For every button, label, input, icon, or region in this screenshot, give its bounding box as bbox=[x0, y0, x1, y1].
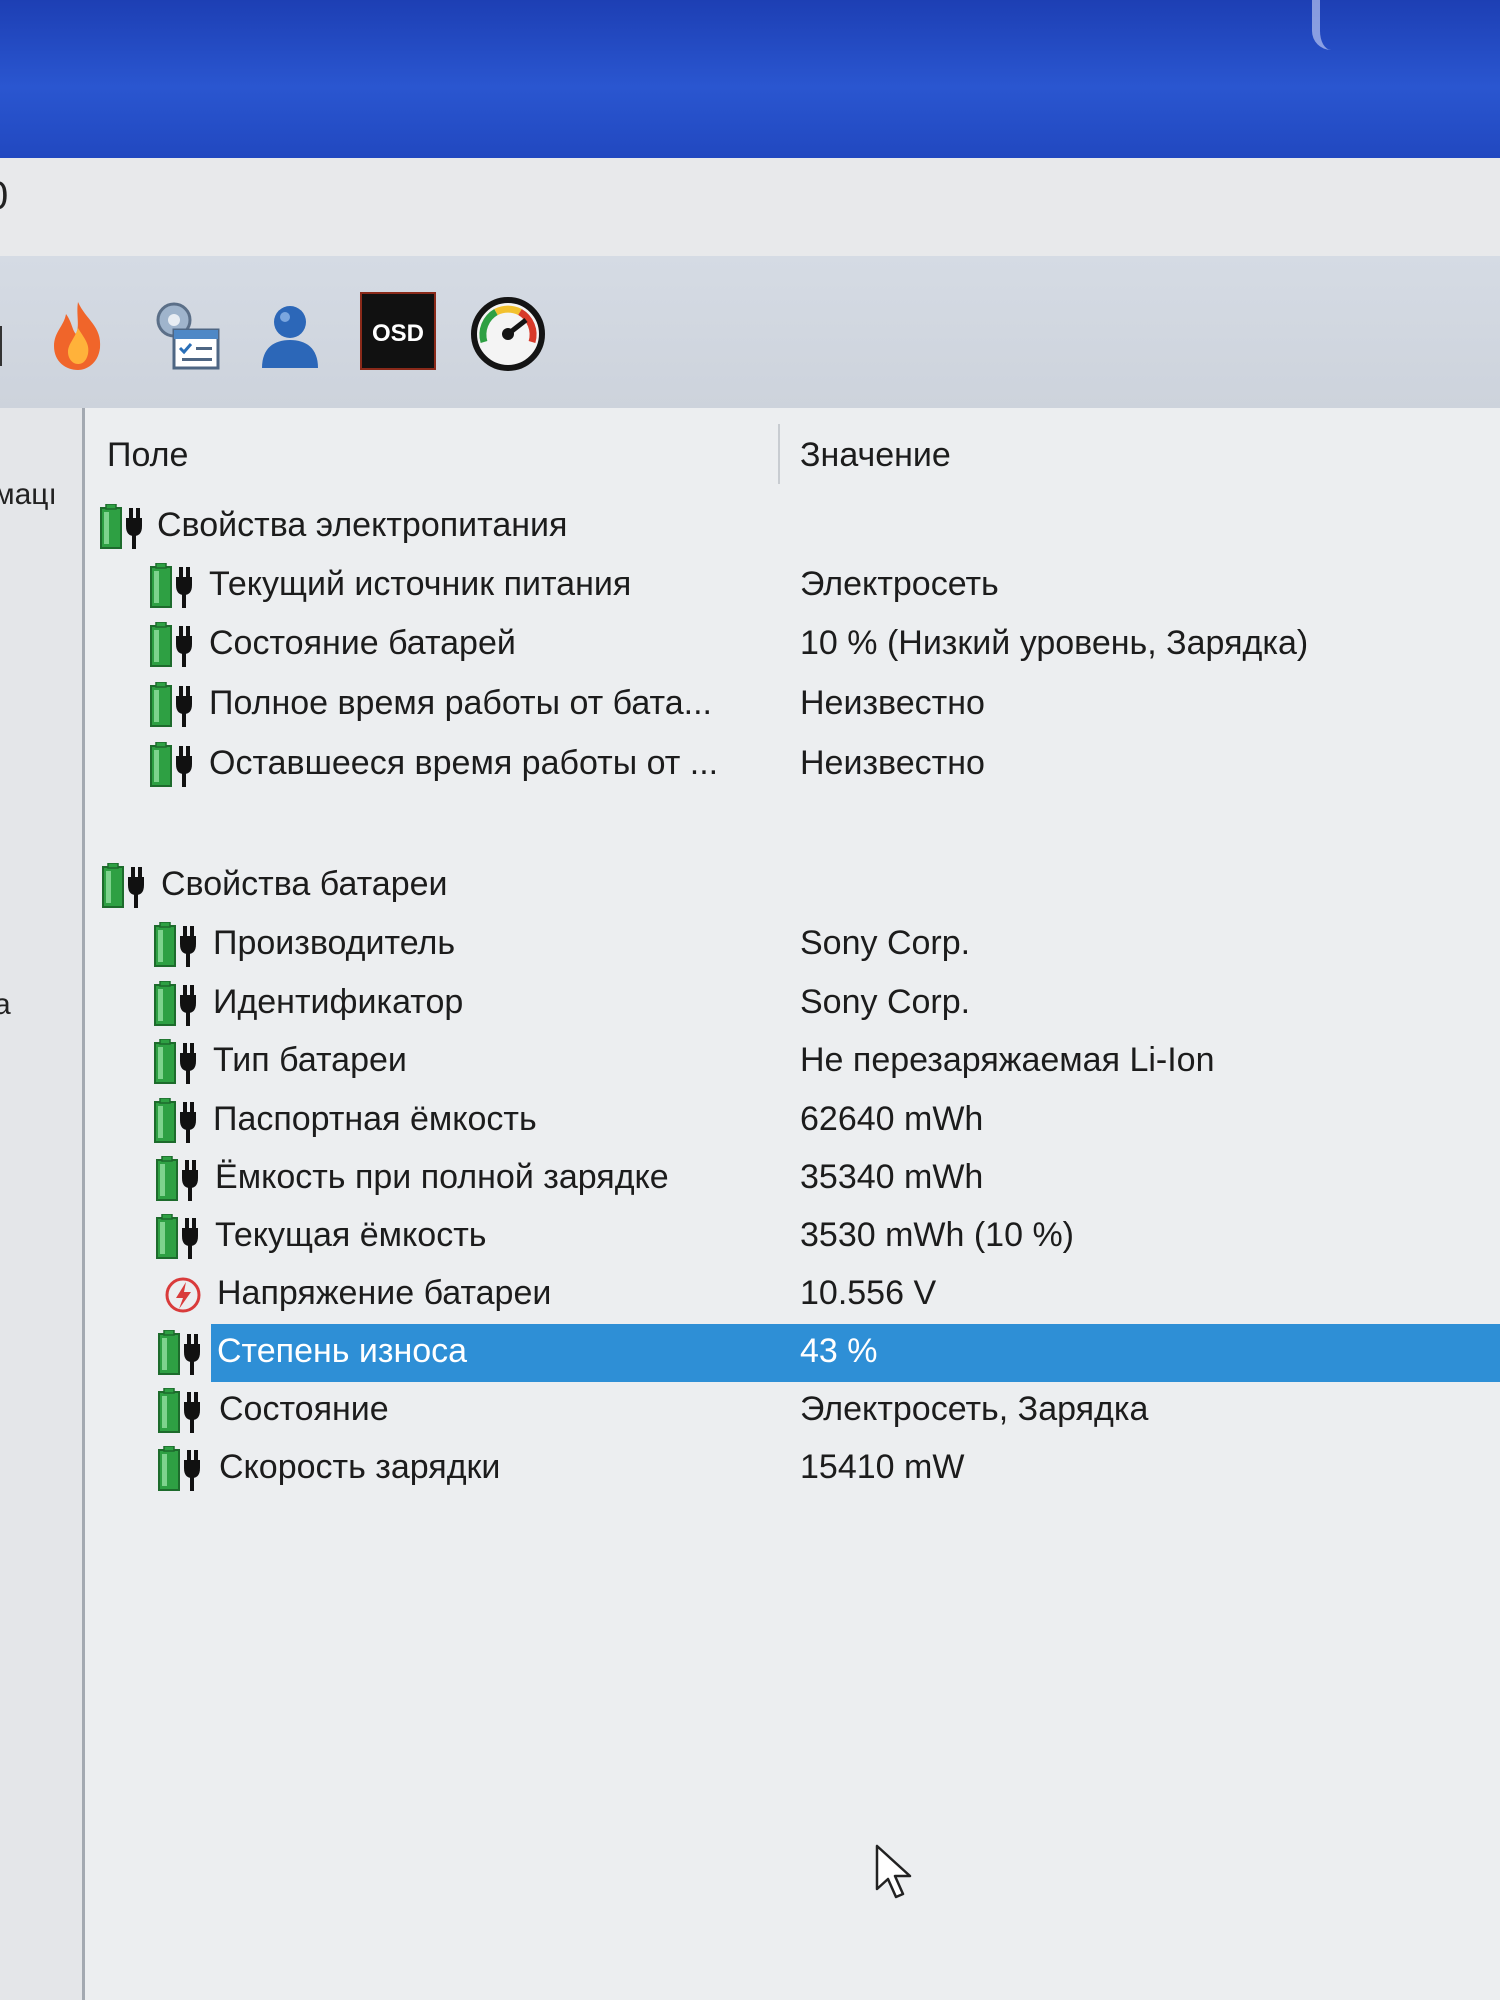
table-row[interactable]: Состояние батарей 10 % (Низкий уровень, … bbox=[85, 616, 1500, 674]
mouse-cursor-icon bbox=[875, 1844, 912, 1899]
battery-plug-icon bbox=[153, 922, 197, 968]
row-field: Состояние bbox=[219, 1390, 389, 1428]
column-header-value[interactable]: Значение bbox=[800, 436, 951, 475]
osd-label: OSD bbox=[372, 320, 424, 347]
row-field: Скорость зарядки bbox=[219, 1448, 501, 1486]
left-pane-fragment-1: мацı bbox=[0, 478, 57, 511]
left-navigation-pane[interactable]: мацı а bbox=[0, 408, 85, 2000]
row-value: Электросеть, Зарядка bbox=[800, 1390, 1149, 1428]
battery-plug-icon bbox=[155, 1214, 199, 1260]
table-row[interactable]: Текущий источник питания Электросеть bbox=[85, 557, 1500, 615]
row-value: 62640 mWh bbox=[800, 1100, 984, 1138]
table-row[interactable]: Скорость зарядки 15410 mW bbox=[85, 1440, 1500, 1498]
table-row-selected[interactable]: Степень износа 43 % bbox=[85, 1324, 1500, 1382]
row-field: Паспортная ёмкость bbox=[213, 1100, 537, 1138]
battery-plug-icon bbox=[149, 622, 193, 668]
row-value: Неизвестно bbox=[800, 744, 985, 782]
battery-plug-icon bbox=[153, 1098, 197, 1144]
table-row[interactable]: Полное время работы от бата... Неизвестн… bbox=[85, 676, 1500, 734]
row-field: Состояние батарей bbox=[209, 624, 516, 662]
title-glare bbox=[1312, 0, 1350, 50]
battery-plug-icon bbox=[149, 563, 193, 609]
battery-plug-icon bbox=[149, 682, 193, 728]
table-row[interactable]: Напряжение батареи 10.556 V bbox=[85, 1266, 1500, 1324]
list-header: Поле Значение bbox=[85, 424, 1500, 484]
row-value: 43 % bbox=[800, 1332, 878, 1370]
details-list[interactable]: Поле Значение Свойства электропитания Те… bbox=[85, 408, 1500, 2000]
row-value: 10 % (Низкий уровень, Зарядка) bbox=[800, 624, 1309, 662]
table-row[interactable]: Оставшееся время работы от ... Неизвестн… bbox=[85, 736, 1500, 794]
table-row[interactable]: Производитель Sony Corp. bbox=[85, 916, 1500, 974]
table-row[interactable]: Текущая ёмкость 3530 mWh (10 %) bbox=[85, 1208, 1500, 1266]
row-field: Степень износа bbox=[217, 1332, 468, 1370]
column-separator[interactable] bbox=[778, 424, 780, 484]
toolbar: OSD bbox=[0, 256, 1500, 410]
battery-plug-icon bbox=[153, 1039, 197, 1085]
window-titlebar[interactable] bbox=[0, 0, 1500, 158]
battery-plug-icon bbox=[157, 1388, 201, 1434]
battery-plug-icon bbox=[157, 1330, 201, 1376]
osd-icon[interactable]: OSD bbox=[360, 292, 444, 376]
row-value: 3530 mWh (10 %) bbox=[800, 1216, 1074, 1254]
row-field: Производитель bbox=[213, 924, 456, 962]
window-caption: 0 bbox=[0, 158, 1500, 257]
left-pane-fragment-2: а bbox=[0, 988, 11, 1021]
table-row[interactable]: Ёмкость при полной зарядке 35340 mWh bbox=[85, 1150, 1500, 1208]
row-field: Оставшееся время работы от ... bbox=[209, 744, 719, 782]
group-title: Свойства электропитания bbox=[157, 506, 568, 544]
row-value: Не перезаряжаемая Li-Ion bbox=[800, 1041, 1215, 1079]
row-field: Тип батареи bbox=[213, 1041, 407, 1079]
toolbar-edge-fragment bbox=[0, 326, 2, 366]
table-row[interactable]: Идентификатор Sony Corp. bbox=[85, 975, 1500, 1033]
row-value: Неизвестно bbox=[800, 684, 985, 722]
user-icon[interactable] bbox=[248, 292, 332, 376]
table-row[interactable]: Паспортная ёмкость 62640 mWh bbox=[85, 1092, 1500, 1150]
row-value: 10.556 V bbox=[800, 1274, 937, 1312]
battery-plug-icon bbox=[155, 1156, 199, 1202]
table-row[interactable]: Состояние Электросеть, Зарядка bbox=[85, 1382, 1500, 1440]
window-title: 0 bbox=[0, 174, 8, 219]
row-field: Полное время работы от бата... bbox=[209, 684, 712, 722]
flame-icon[interactable] bbox=[36, 292, 120, 376]
column-header-field[interactable]: Поле bbox=[107, 436, 188, 475]
battery-plug-icon bbox=[149, 742, 193, 788]
task-scheduler-icon[interactable] bbox=[144, 292, 228, 376]
row-field: Напряжение батареи bbox=[217, 1274, 552, 1312]
battery-plug-icon bbox=[99, 504, 143, 550]
battery-plug-icon bbox=[101, 863, 145, 909]
row-value: Sony Corp. bbox=[800, 983, 971, 1021]
row-value: Sony Corp. bbox=[800, 924, 971, 962]
row-field: Ёмкость при полной зарядке bbox=[215, 1158, 669, 1196]
row-value: 15410 mW bbox=[800, 1448, 965, 1486]
table-row[interactable]: Тип батареи Не перезаряжаемая Li-Ion bbox=[85, 1033, 1500, 1091]
row-value: Электросеть bbox=[800, 565, 999, 603]
group-power-properties[interactable]: Свойства электропитания bbox=[85, 498, 1500, 556]
group-battery-properties[interactable]: Свойства батареи bbox=[85, 857, 1500, 915]
row-field: Идентификатор bbox=[213, 983, 464, 1021]
row-value: 35340 mWh bbox=[800, 1158, 984, 1196]
gauge-icon[interactable] bbox=[466, 292, 550, 376]
battery-plug-icon bbox=[157, 1446, 201, 1492]
battery-plug-icon bbox=[153, 981, 197, 1027]
voltage-icon bbox=[161, 1272, 205, 1318]
row-field: Текущая ёмкость bbox=[215, 1216, 487, 1254]
group-title: Свойства батареи bbox=[161, 865, 448, 903]
row-field: Текущий источник питания bbox=[209, 565, 632, 603]
